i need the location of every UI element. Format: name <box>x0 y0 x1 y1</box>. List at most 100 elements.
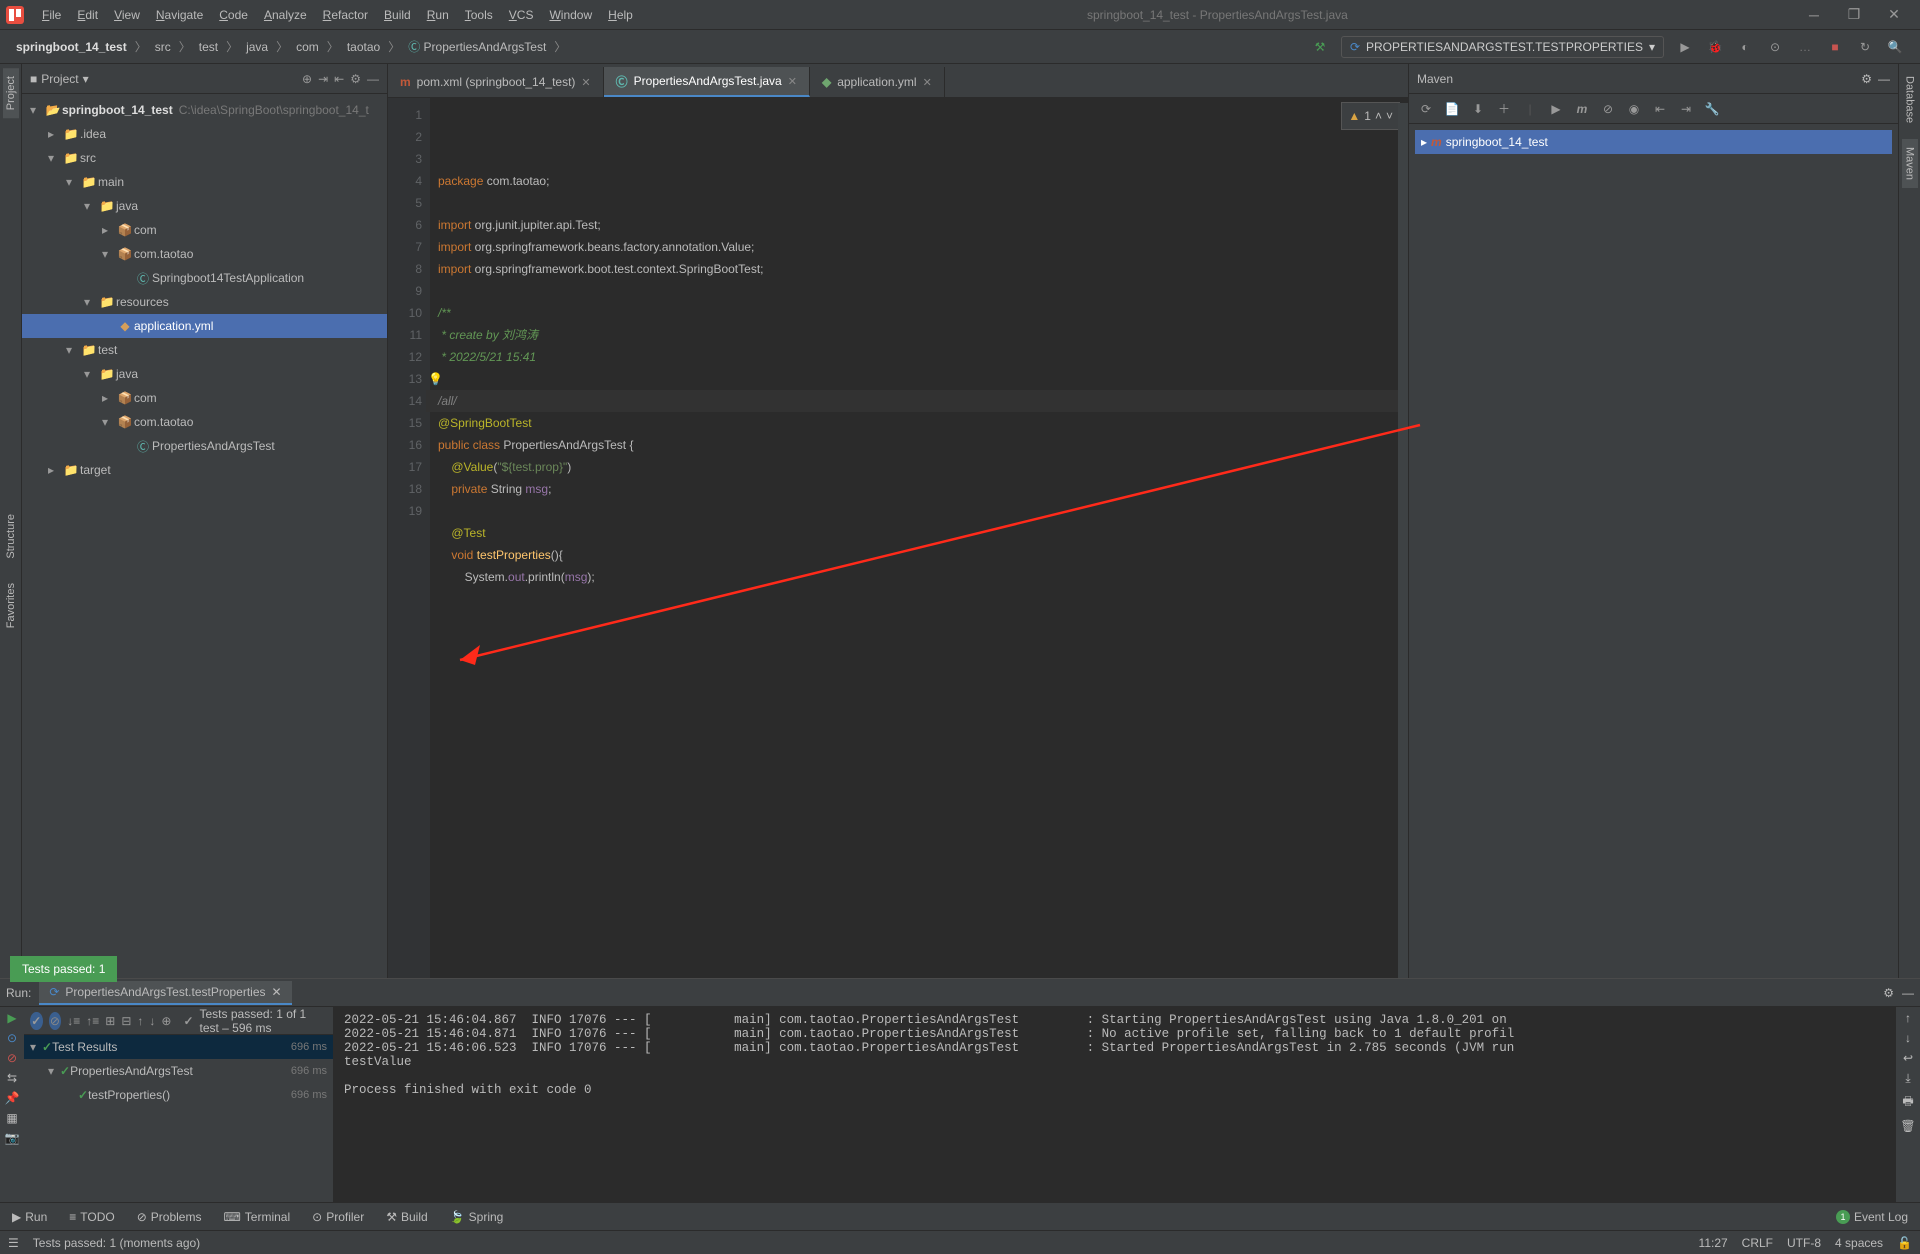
bottom-tab-spring[interactable]: 🍃Spring <box>446 1208 508 1226</box>
database-tool-tab[interactable]: Database <box>1902 68 1918 131</box>
ignored-filter-icon[interactable]: ⊘ <box>49 1012 62 1030</box>
clear-icon[interactable]: 🗑 <box>1900 1119 1915 1133</box>
menu-refactor[interactable]: Refactor <box>315 4 376 26</box>
project-root-node[interactable]: ▾📂 springboot_14_test C:\idea\SpringBoot… <box>22 98 387 122</box>
tree-node-java[interactable]: ▾📁java <box>22 194 387 218</box>
tree-node-test[interactable]: ▾📁test <box>22 338 387 362</box>
run-hide-icon[interactable]: — <box>1902 986 1914 1000</box>
build-icon[interactable]: ⚒ <box>1308 35 1332 59</box>
line-separator[interactable]: CRLF <box>1742 1236 1773 1250</box>
menu-help[interactable]: Help <box>600 4 641 26</box>
test-node[interactable]: ✓ testProperties()696 ms <box>24 1083 333 1107</box>
expand-icon[interactable]: ⇥ <box>318 72 328 86</box>
expand-all-icon[interactable]: ⊞ <box>105 1014 115 1028</box>
tree-node-resources[interactable]: ▾📁resources <box>22 290 387 314</box>
editor-gutter[interactable]: 1234567891011🍃12▶1314151617▶1819 <box>388 98 430 978</box>
maven-collapse-icon[interactable]: ⇤ <box>1649 98 1671 120</box>
favorites-tool-tab[interactable]: Favorites <box>3 575 19 636</box>
test-node[interactable]: ▾✓ PropertiesAndArgsTest696 ms <box>24 1059 333 1083</box>
indent[interactable]: 4 spaces <box>1835 1236 1883 1250</box>
editor-scrollbar[interactable] <box>1398 103 1408 978</box>
bottom-tab-todo[interactable]: ≡TODO <box>65 1208 118 1226</box>
maven-expand-icon[interactable]: ⇥ <box>1675 98 1697 120</box>
run-tab[interactable]: ⟳ PropertiesAndArgsTest.testProperties ✕ <box>39 981 291 1005</box>
test-tree[interactable]: ▾✓ Test Results696 ms▾✓ PropertiesAndArg… <box>24 1035 333 1202</box>
tree-node-Springboot14TestApplication[interactable]: ⒸSpringboot14TestApplication <box>22 266 387 290</box>
bottom-tab-run[interactable]: ▶Run <box>8 1208 51 1226</box>
dump-icon[interactable]: ▦ <box>6 1111 17 1125</box>
menu-window[interactable]: Window <box>541 4 600 26</box>
run-settings-icon[interactable]: ⚙ <box>1883 986 1894 1000</box>
maven-download-icon[interactable]: ⬇ <box>1467 98 1489 120</box>
bottom-tab-build[interactable]: ⚒Build <box>382 1208 431 1226</box>
breadcrumb-taotao[interactable]: taotao <box>341 38 386 56</box>
breadcrumb-com[interactable]: com <box>290 38 325 56</box>
tree-node-java[interactable]: ▾📁java <box>22 362 387 386</box>
maven-tool-tab[interactable]: Maven <box>1902 139 1918 188</box>
breadcrumb-java[interactable]: java <box>240 38 274 56</box>
collapse-all-icon[interactable]: ⊟ <box>121 1014 131 1028</box>
bottom-tab-problems[interactable]: ⊘Problems <box>133 1208 206 1226</box>
inspection-widget[interactable]: ▲1 ˄˅ <box>1341 102 1400 130</box>
editor-tab[interactable]: ⒸPropertiesAndArgsTest.java✕ <box>604 67 810 97</box>
rerun-failed-icon[interactable]: ⊘ <box>7 1051 17 1065</box>
profile-button[interactable]: ⊙ <box>1763 35 1787 59</box>
event-log-tab[interactable]: 1 Event Log <box>1832 1208 1912 1226</box>
menu-edit[interactable]: Edit <box>69 4 106 26</box>
maven-add-icon[interactable]: ＋ <box>1493 98 1515 120</box>
export-icon[interactable]: ⊕ <box>161 1014 171 1028</box>
scroll-end-icon[interactable]: ⤓ <box>1905 1071 1910 1086</box>
structure-tool-tab[interactable]: Structure <box>3 506 19 567</box>
debug-button[interactable]: 🐞 <box>1703 35 1727 59</box>
update-button[interactable]: ↻ <box>1853 35 1877 59</box>
menu-navigate[interactable]: Navigate <box>148 4 211 26</box>
soft-wrap-icon[interactable]: ↩ <box>1903 1051 1913 1065</box>
project-tree[interactable]: ▾📂 springboot_14_test C:\idea\SpringBoot… <box>22 94 387 978</box>
stop-button[interactable]: ■ <box>1823 35 1847 59</box>
tree-node-src[interactable]: ▾📁src <box>22 146 387 170</box>
bottom-tab-profiler[interactable]: ⊙Profiler <box>308 1208 368 1226</box>
tree-node-com.taotao[interactable]: ▾📦com.taotao <box>22 242 387 266</box>
search-icon[interactable]: 🔍 <box>1883 35 1907 59</box>
editor-tab[interactable]: mpom.xml (springboot_14_test)✕ <box>388 67 604 97</box>
code-content[interactable]: ▲1 ˄˅ package com.taotao; import org.jun… <box>430 98 1408 978</box>
test-node[interactable]: ▾✓ Test Results696 ms <box>24 1035 333 1059</box>
menu-code[interactable]: Code <box>211 4 256 26</box>
tree-node-application.yml[interactable]: ◆application.yml <box>22 314 387 338</box>
down-icon[interactable]: ↓ <box>1905 1031 1911 1045</box>
maven-run-icon[interactable]: ▶ <box>1545 98 1567 120</box>
settings-icon[interactable]: ⚙ <box>350 72 361 86</box>
menu-view[interactable]: View <box>106 4 148 26</box>
next-icon[interactable]: ↓ <box>149 1014 155 1028</box>
close-icon[interactable]: ✕ <box>272 985 282 999</box>
maven-project-node[interactable]: ▸m springboot_14_test <box>1415 130 1892 154</box>
tree-node-com[interactable]: ▸📦com <box>22 218 387 242</box>
breadcrumb-root[interactable]: springboot_14_test <box>10 38 133 56</box>
maven-hide-icon[interactable]: — <box>1878 72 1890 86</box>
breadcrumb-test[interactable]: test <box>193 38 224 56</box>
run-console[interactable]: 2022-05-21 15:46:04.867 INFO 17076 --- [… <box>334 1007 1896 1202</box>
close-button[interactable]: ✕ <box>1874 6 1914 23</box>
menu-vcs[interactable]: VCS <box>501 4 542 26</box>
menu-analyze[interactable]: Analyze <box>256 4 315 26</box>
collapse-icon[interactable]: ⇤ <box>334 72 344 86</box>
minimize-button[interactable]: ─ <box>1794 7 1834 23</box>
maximize-button[interactable]: ❐ <box>1834 6 1874 23</box>
menu-file[interactable]: File <box>34 4 69 26</box>
run-config-selector[interactable]: ⟳ PROPERTIESANDARGSTEST.TESTPROPERTIES ▾ <box>1341 36 1664 58</box>
maven-m-icon[interactable]: m <box>1571 98 1593 120</box>
toggle-auto-icon[interactable]: ⇆ <box>7 1071 17 1085</box>
print-icon[interactable]: 🖶 <box>1902 1092 1913 1113</box>
passed-filter-icon[interactable]: ✓ <box>30 1012 43 1030</box>
project-tool-tab[interactable]: Project <box>3 68 19 118</box>
tree-node-.idea[interactable]: ▸📁.idea <box>22 122 387 146</box>
maven-settings-icon[interactable]: ⚙ <box>1861 72 1872 86</box>
tree-node-PropertiesAndArgsTest[interactable]: ⒸPropertiesAndArgsTest <box>22 434 387 458</box>
maven-tree[interactable]: ▸m springboot_14_test <box>1409 124 1898 160</box>
prev-icon[interactable]: ↑ <box>137 1014 143 1028</box>
locate-icon[interactable]: ⊕ <box>302 72 312 86</box>
breadcrumb-PropertiesAndArgsTest[interactable]: Ⓒ PropertiesAndArgsTest <box>402 38 552 56</box>
maven-skip-icon[interactable]: ⊘ <box>1597 98 1619 120</box>
attach-button[interactable]: … <box>1793 35 1817 59</box>
up-icon[interactable]: ↑ <box>1905 1011 1911 1025</box>
